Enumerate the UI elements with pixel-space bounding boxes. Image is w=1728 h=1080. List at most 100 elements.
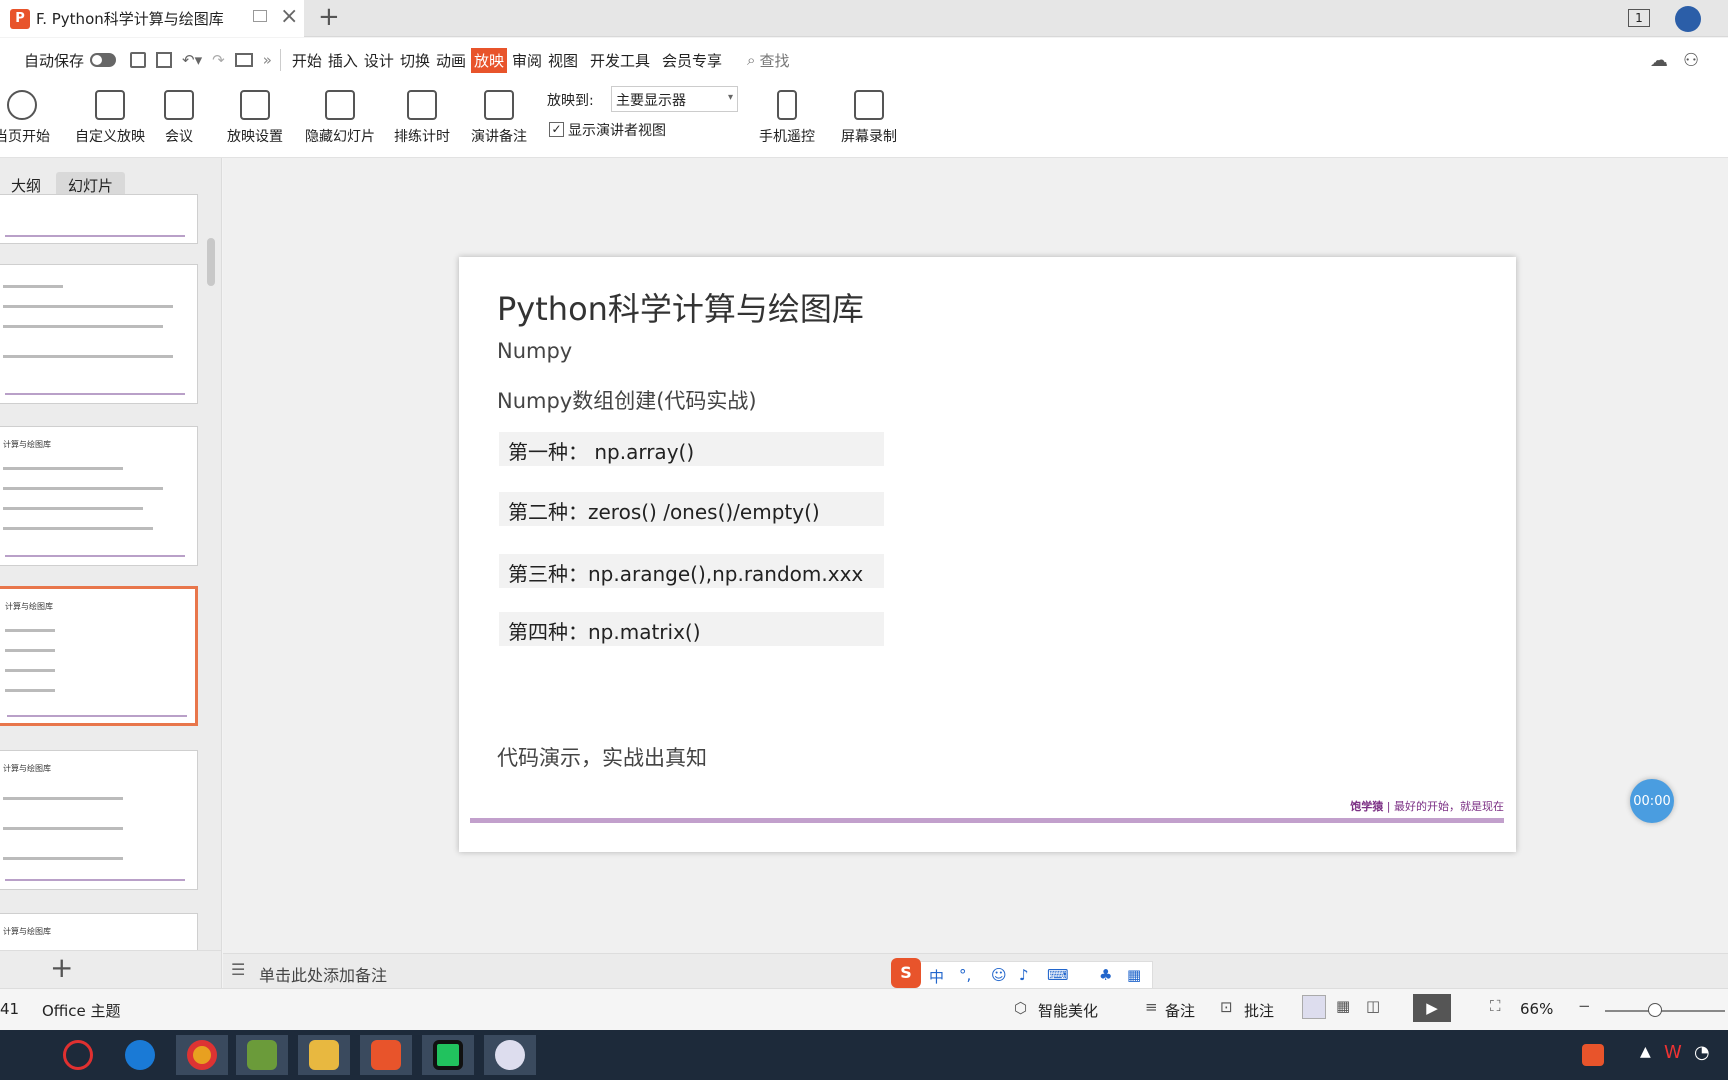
- punctuation-icon[interactable]: °,: [959, 966, 971, 984]
- undo-icon[interactable]: ↶▾: [182, 51, 202, 69]
- video-meeting-icon: [164, 90, 194, 120]
- hide-slide-button[interactable]: 隐藏幻灯片: [300, 86, 380, 150]
- window-count-badge[interactable]: 1: [1628, 9, 1650, 27]
- tray-network-icon[interactable]: ◔: [1694, 1042, 1710, 1063]
- display-select[interactable]: 主要显示器 ▾: [611, 86, 738, 112]
- ime-mode-icon[interactable]: 中: [929, 966, 944, 987]
- slide-item[interactable]: 第三种：np.arange(),np.random.xxx: [499, 554, 884, 588]
- keyboard-icon[interactable]: ⌨: [1047, 966, 1069, 984]
- sogou-ime-icon[interactable]: S: [891, 958, 921, 988]
- screen-record-button[interactable]: 屏幕录制: [834, 86, 904, 150]
- taskbar-recorder-icon[interactable]: [484, 1035, 536, 1075]
- zoom-out-icon[interactable]: −: [1578, 997, 1591, 1015]
- zoom-slider[interactable]: [1605, 1010, 1725, 1012]
- search-label[interactable]: 查找: [759, 50, 789, 71]
- scrollbar-thumb[interactable]: [207, 238, 215, 286]
- print-preview-icon[interactable]: [156, 52, 173, 68]
- ime-toolbar[interactable]: S 中 °, ☺ ♪ ⌨ ♣ ▦: [891, 958, 1153, 989]
- taskbar-chrome-icon[interactable]: [176, 1035, 228, 1075]
- menu-design[interactable]: 设计: [363, 48, 395, 73]
- reading-view-icon[interactable]: ◫: [1366, 997, 1380, 1015]
- settings-icon: [240, 90, 270, 120]
- slide-title[interactable]: Python科学计算与绘图库: [497, 284, 864, 330]
- slide-thumbnail[interactable]: [0, 264, 198, 404]
- timer-widget[interactable]: 00:00: [1630, 779, 1674, 823]
- notes-toggle-icon: ≡: [1145, 998, 1158, 1016]
- presenter-view-label: 显示演讲者视图: [568, 123, 666, 139]
- slide-footer-bar: [470, 818, 1504, 823]
- menu-animation[interactable]: 动画: [435, 48, 467, 73]
- play-from-current-button[interactable]: 当页开始: [0, 86, 52, 150]
- restore-icon[interactable]: [253, 10, 267, 22]
- slide-thumbnail[interactable]: 计算与绘图库: [0, 750, 198, 890]
- redo-icon[interactable]: ↷: [212, 51, 225, 69]
- menu-review[interactable]: 审阅: [511, 48, 543, 73]
- notes-toggle-button[interactable]: 备注: [1165, 1000, 1195, 1021]
- slide-item[interactable]: 第二种：zeros() /ones()/empty(): [499, 492, 884, 526]
- cloud-sync-icon[interactable]: ☁: [1650, 50, 1668, 71]
- tray-expand-icon[interactable]: ▲: [1640, 1044, 1651, 1060]
- menu-transition[interactable]: 切换: [399, 48, 431, 73]
- speaker-notes-button[interactable]: 演讲备注: [466, 86, 532, 150]
- taskbar-pycharm-icon[interactable]: [422, 1035, 474, 1075]
- slide-subtitle[interactable]: Numpy: [497, 339, 572, 363]
- show-settings-button[interactable]: 放映设置: [218, 86, 292, 150]
- menu-home[interactable]: 开始: [291, 48, 323, 73]
- phone-remote-button[interactable]: 手机遥控: [752, 86, 822, 150]
- speaker-notes-label: 演讲备注: [471, 129, 527, 145]
- toolbox-icon[interactable]: ▦: [1127, 966, 1141, 984]
- fit-window-icon[interactable]: ⛶: [1490, 997, 1501, 1015]
- menu-slideshow[interactable]: 放映: [470, 47, 507, 73]
- tab-outline[interactable]: 大纲: [11, 175, 41, 196]
- grid-view-icon[interactable]: ▦: [1336, 997, 1350, 1015]
- save-icon[interactable]: [130, 52, 147, 68]
- slide-thumbnail[interactable]: [0, 194, 198, 244]
- slide-heading[interactable]: Numpy数组创建(代码实战): [497, 385, 757, 415]
- taskbar-browser-icon[interactable]: [114, 1035, 166, 1075]
- zoom-level[interactable]: 66%: [1520, 1000, 1553, 1018]
- new-tab-icon[interactable]: +: [318, 2, 340, 32]
- normal-view-icon[interactable]: [1302, 995, 1326, 1019]
- custom-show-button[interactable]: 自定义放映: [70, 86, 150, 150]
- presenter-view-checkbox[interactable]: ✓: [549, 122, 564, 137]
- taskbar-app-icon[interactable]: [52, 1035, 104, 1075]
- autosave-toggle[interactable]: [90, 53, 117, 67]
- slide-item[interactable]: 第一种： np.array(): [499, 432, 884, 466]
- skin-icon[interactable]: ♣: [1099, 966, 1112, 984]
- slide[interactable]: Python科学计算与绘图库 Numpy Numpy数组创建(代码实战) 第一种…: [459, 257, 1516, 852]
- document-tab[interactable]: P F. Python科学计算与绘图库 ×: [0, 0, 304, 37]
- play-slideshow-icon[interactable]: ▶: [1413, 994, 1451, 1022]
- rehearse-timing-button[interactable]: 排练计时: [387, 86, 457, 150]
- taskbar-folder-icon[interactable]: [298, 1035, 350, 1075]
- meeting-label: 会议: [165, 129, 193, 145]
- zoom-slider-handle[interactable]: [1648, 1003, 1662, 1017]
- beautify-button[interactable]: 智能美化: [1038, 1000, 1098, 1021]
- slide-thumbnail[interactable]: 计算与绘图库: [0, 426, 198, 566]
- emoji-icon[interactable]: ☺: [991, 966, 1007, 984]
- slide-thumbnail-selected[interactable]: 计算与绘图库: [0, 586, 198, 726]
- share-icon[interactable]: ⚇: [1683, 50, 1699, 71]
- user-avatar[interactable]: [1675, 6, 1701, 32]
- display-select-value: 主要显示器: [616, 93, 686, 109]
- menu-view[interactable]: 视图: [547, 48, 579, 73]
- microphone-icon[interactable]: ♪: [1019, 966, 1029, 984]
- tray-sogou-icon[interactable]: [1582, 1044, 1604, 1066]
- add-slide-icon[interactable]: +: [50, 951, 73, 984]
- close-tab-icon[interactable]: ×: [280, 4, 298, 29]
- play-from-current-label: 当页开始: [0, 129, 50, 145]
- more-icon[interactable]: »: [263, 51, 272, 69]
- tray-wps-icon[interactable]: W: [1664, 1042, 1682, 1063]
- search-icon[interactable]: ⌕: [747, 51, 755, 69]
- slide-item[interactable]: 第四种：np.matrix(): [499, 612, 884, 646]
- menu-developer[interactable]: 开发工具: [589, 48, 651, 73]
- meeting-button[interactable]: 会议: [156, 86, 202, 150]
- print-icon[interactable]: [234, 53, 253, 67]
- comments-button[interactable]: 批注: [1244, 1000, 1274, 1021]
- notes-bar[interactable]: ☰ 单击此处添加备注 S 中 °, ☺ ♪ ⌨ ♣ ▦: [223, 953, 1728, 989]
- taskbar-app-icon[interactable]: [236, 1035, 288, 1075]
- menu-insert[interactable]: 插入: [327, 48, 359, 73]
- slide-footer-text[interactable]: 代码演示，实战出真知: [497, 742, 707, 772]
- menu-member[interactable]: 会员专享: [661, 48, 723, 73]
- taskbar-wps-icon[interactable]: [360, 1035, 412, 1075]
- notes-placeholder[interactable]: 单击此处添加备注: [259, 962, 387, 986]
